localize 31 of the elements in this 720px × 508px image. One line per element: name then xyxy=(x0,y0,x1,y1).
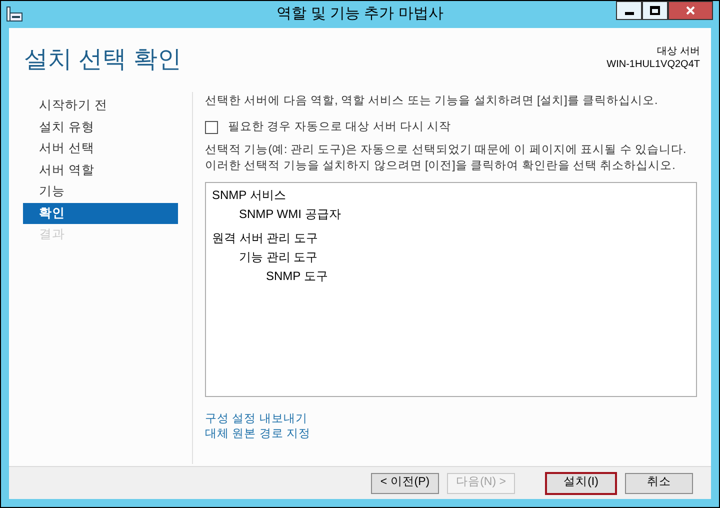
feature-item: SNMP 서비스 xyxy=(212,186,286,204)
maximize-icon xyxy=(650,6,660,15)
dialog-button[interactable]: < 이전(P) xyxy=(371,472,439,494)
link[interactable]: 구성 설정 내보내기 xyxy=(205,412,308,426)
dialog-button[interactable]: 설치(I) xyxy=(545,472,617,494)
wizard-step[interactable]: 확인 xyxy=(23,202,178,224)
minimize-icon xyxy=(624,12,634,15)
wizard-step[interactable]: 시작하기 전 xyxy=(23,95,178,116)
wizard-step[interactable]: 기능 xyxy=(23,181,178,202)
close-button[interactable] xyxy=(668,1,713,20)
page-title: 설치 선택 확인 xyxy=(24,45,182,75)
note-text: 선택적 기능(예: 관리 도구)은 자동으로 선택되었기 때문에 이 페이지에 표시될 수 있습니다. 이러한 선택적 기능을 설치하지 않으려면 [이전]을 클릭하여 확인란을 선택 취소하십시오. xyxy=(205,142,688,174)
target-server-name: WIN-1HUL1VQ2Q4T xyxy=(606,58,700,71)
wizard-step[interactable]: 서버 선택 xyxy=(23,138,178,160)
feature-item: SNMP 도구 xyxy=(266,268,328,284)
minimize-button[interactable] xyxy=(616,1,642,20)
feature-item: 원격 서버 관리 도구 xyxy=(212,230,318,246)
feature-item: SNMP WMI 공급자 xyxy=(239,206,341,222)
wizard-step[interactable]: 설치 유형 xyxy=(23,116,178,138)
intro-text: 선택한 서버에 다음 역할, 역할 서비스 또는 기능을 설치하려면 [설치]를 클릭하십시오. xyxy=(205,94,659,109)
link[interactable]: 대체 원본 경로 지정 xyxy=(205,426,311,442)
checkbox[interactable] xyxy=(205,121,218,134)
feature-item: 기능 관리 도구 xyxy=(239,248,318,266)
close-icon xyxy=(686,6,695,15)
target-server-label: 대상 서버 xyxy=(657,45,700,58)
wizard-step[interactable]: 서버 역할 xyxy=(23,160,178,181)
dialog-button[interactable]: 취소 xyxy=(625,472,693,494)
window-title: 역할 및 기능 추가 마법사 xyxy=(276,4,444,24)
server-manager-icon xyxy=(6,6,23,22)
checkbox-label[interactable]: 필요한 경우 자동으로 대상 서버 다시 시작 xyxy=(228,119,452,136)
maximize-button[interactable] xyxy=(642,1,668,20)
